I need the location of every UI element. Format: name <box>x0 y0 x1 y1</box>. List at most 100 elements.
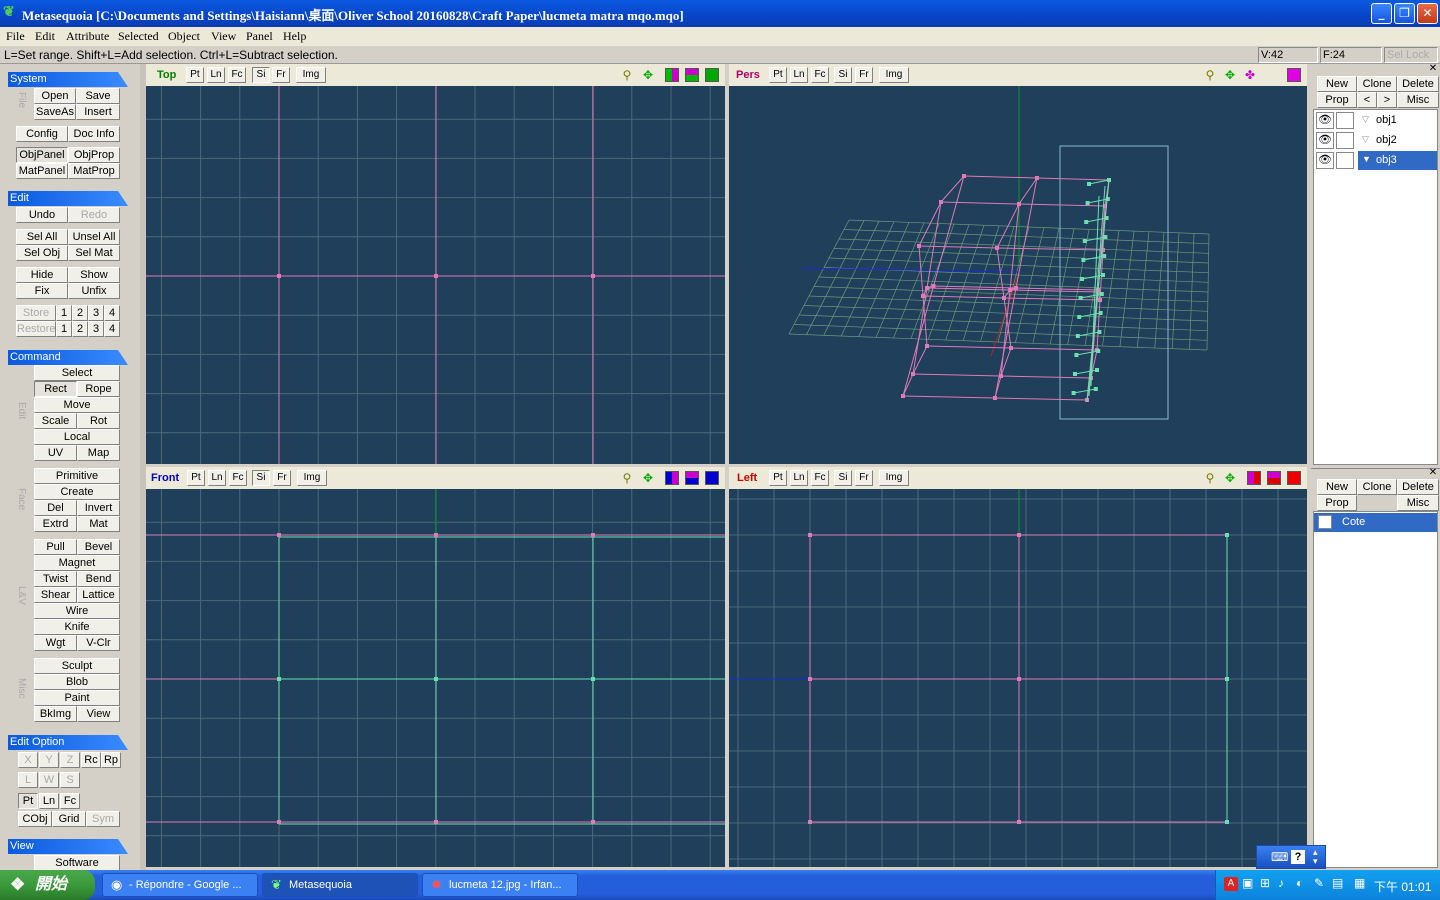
zoom-icon[interactable]: ⚲ <box>620 471 634 485</box>
object-prev-button[interactable]: < <box>1357 92 1377 108</box>
left-pt-button[interactable]: Pt <box>769 470 787 486</box>
visibility-eye-icon[interactable]: 👁 <box>1316 132 1334 149</box>
front-viewport[interactable] <box>146 489 725 867</box>
store-slot-4[interactable]: 4 <box>104 305 120 321</box>
front-fr-button[interactable]: Fr <box>273 470 291 486</box>
matprop-button[interactable]: MatProp <box>68 163 120 179</box>
rot-button[interactable]: Rot <box>77 413 120 429</box>
sel-mat-button[interactable]: Sel Mat <box>68 245 120 261</box>
front-ln-button[interactable]: Ln <box>208 470 226 486</box>
front-pt-button[interactable]: Pt <box>187 470 205 486</box>
view-button[interactable]: View <box>77 706 120 722</box>
panel-divider[interactable] <box>1311 468 1440 471</box>
material-prop-button[interactable]: Prop <box>1317 495 1357 511</box>
material-clone-button[interactable]: Clone <box>1357 479 1397 495</box>
object-misc-button[interactable]: Misc <box>1397 92 1439 108</box>
redo-button[interactable]: Redo <box>68 207 120 223</box>
cobj-button[interactable]: CObj <box>18 811 52 827</box>
store-button[interactable]: Store <box>16 305 56 321</box>
primitive-button[interactable]: Primitive <box>34 468 120 484</box>
lock-y-button[interactable]: Y <box>39 752 59 768</box>
visibility-eye-icon[interactable]: 👁 <box>1316 152 1334 169</box>
taskbar-item-chrome[interactable]: ◉ - Répondre - Google ... <box>102 873 258 897</box>
taskbar-item-irfanview[interactable]: ✹ lucmeta 12.jpg - Irfan... <box>422 873 578 897</box>
wgt-button[interactable]: Wgt <box>34 635 77 651</box>
left-viewport[interactable] <box>729 489 1307 867</box>
axis-swap-icon[interactable] <box>1247 471 1261 485</box>
object-row[interactable]: 👁 ▽ obj2 <box>1314 131 1437 150</box>
acrobat-icon[interactable]: A <box>1224 877 1238 891</box>
pull-button[interactable]: Pull <box>34 539 77 555</box>
taskbar-item-metasequoia[interactable]: ❦ Metasequoia <box>262 873 418 897</box>
pan-icon[interactable]: ✥ <box>1223 68 1237 82</box>
left-viewport-canvas[interactable] <box>729 489 1307 867</box>
mat-button[interactable]: Mat <box>77 516 120 532</box>
menu-edit[interactable]: Edit <box>35 29 55 44</box>
panel-close-icon[interactable]: ✕ <box>1427 64 1439 74</box>
zoom-icon[interactable]: ⚲ <box>620 68 634 82</box>
create-button[interactable]: Create <box>34 484 120 500</box>
front-fc-button[interactable]: Fc <box>229 470 247 486</box>
objpanel-button[interactable]: ObjPanel <box>16 147 68 163</box>
close-button[interactable]: ✕ <box>1417 3 1438 24</box>
store-slot-1[interactable]: 1 <box>56 305 72 321</box>
left-fc-button[interactable]: Fc <box>811 470 829 486</box>
blob-button[interactable]: Blob <box>34 674 120 690</box>
unfix-button[interactable]: Unfix <box>68 283 120 299</box>
doc-info-button[interactable]: Doc Info <box>68 126 120 142</box>
invert-button[interactable]: Invert <box>77 500 120 516</box>
pers-ln-button[interactable]: Ln <box>790 67 808 83</box>
move-button[interactable]: Move <box>34 397 120 413</box>
lock-toggle[interactable] <box>1336 112 1354 129</box>
top-fc-button[interactable]: Fc <box>228 67 246 83</box>
top-viewport[interactable] <box>146 86 725 464</box>
top-pt-button[interactable]: Pt <box>186 67 204 83</box>
object-next-button[interactable]: > <box>1377 92 1397 108</box>
lattice-button[interactable]: Lattice <box>77 587 120 603</box>
lock-z-button[interactable]: Z <box>60 752 80 768</box>
material-delete-button[interactable]: Delete <box>1397 479 1439 495</box>
restore-slot-2[interactable]: 2 <box>72 321 88 337</box>
clock[interactable]: 下午 01:01 <box>1374 878 1431 895</box>
pers-viewport-canvas[interactable] <box>729 86 1307 464</box>
material-new-button[interactable]: New <box>1317 479 1357 495</box>
menu-attribute[interactable]: Attribute <box>66 29 109 44</box>
coord-w-button[interactable]: W <box>39 772 59 788</box>
restore-slot-1[interactable]: 1 <box>56 321 72 337</box>
saveas-button[interactable]: SaveAs <box>34 104 76 120</box>
save-button[interactable]: Save <box>76 88 120 104</box>
sculpt-button[interactable]: Sculpt <box>34 658 120 674</box>
open-button[interactable]: Open <box>34 88 76 104</box>
option-fc-button[interactable]: Fc <box>60 793 80 809</box>
sym-button[interactable]: Sym <box>86 811 120 827</box>
view-color-icon[interactable] <box>1287 68 1301 82</box>
restore-slot-3[interactable]: 3 <box>88 321 104 337</box>
top-viewport-canvas[interactable] <box>146 86 725 464</box>
shear-button[interactable]: Shear <box>34 587 77 603</box>
pers-si-button[interactable]: Si <box>834 67 852 83</box>
sel-all-button[interactable]: Sel All <box>16 229 68 245</box>
left-fr-button[interactable]: Fr <box>855 470 873 486</box>
del-button[interactable]: Del <box>34 500 77 516</box>
help-icon[interactable]: ? <box>1291 850 1305 864</box>
select-button[interactable]: Select <box>34 365 120 381</box>
store-slot-3[interactable]: 3 <box>88 305 104 321</box>
coord-l-button[interactable]: L <box>18 772 38 788</box>
top-img-button[interactable]: Img <box>296 67 326 83</box>
langbar-options-icon[interactable]: ▴ ▾ <box>1313 848 1318 866</box>
view-color-icon[interactable] <box>705 471 719 485</box>
object-row[interactable]: 👁 ▼ obj3 <box>1314 151 1437 170</box>
lock-toggle[interactable] <box>1336 132 1354 149</box>
minimize-button[interactable]: _ <box>1371 3 1392 24</box>
rope-button[interactable]: Rope <box>77 381 120 397</box>
start-button[interactable]: ❖ 開始 <box>0 870 95 900</box>
menu-object[interactable]: Object <box>168 29 200 44</box>
pers-img-button[interactable]: Img <box>879 67 909 83</box>
map-button[interactable]: Map <box>77 445 120 461</box>
left-si-button[interactable]: Si <box>834 470 852 486</box>
view-color-icon[interactable] <box>1287 471 1301 485</box>
restore-button[interactable]: ❐ <box>1394 3 1415 24</box>
axis-swap-icon[interactable] <box>665 471 679 485</box>
pan-icon[interactable]: ✥ <box>641 471 655 485</box>
objprop-button[interactable]: ObjProp <box>68 147 120 163</box>
